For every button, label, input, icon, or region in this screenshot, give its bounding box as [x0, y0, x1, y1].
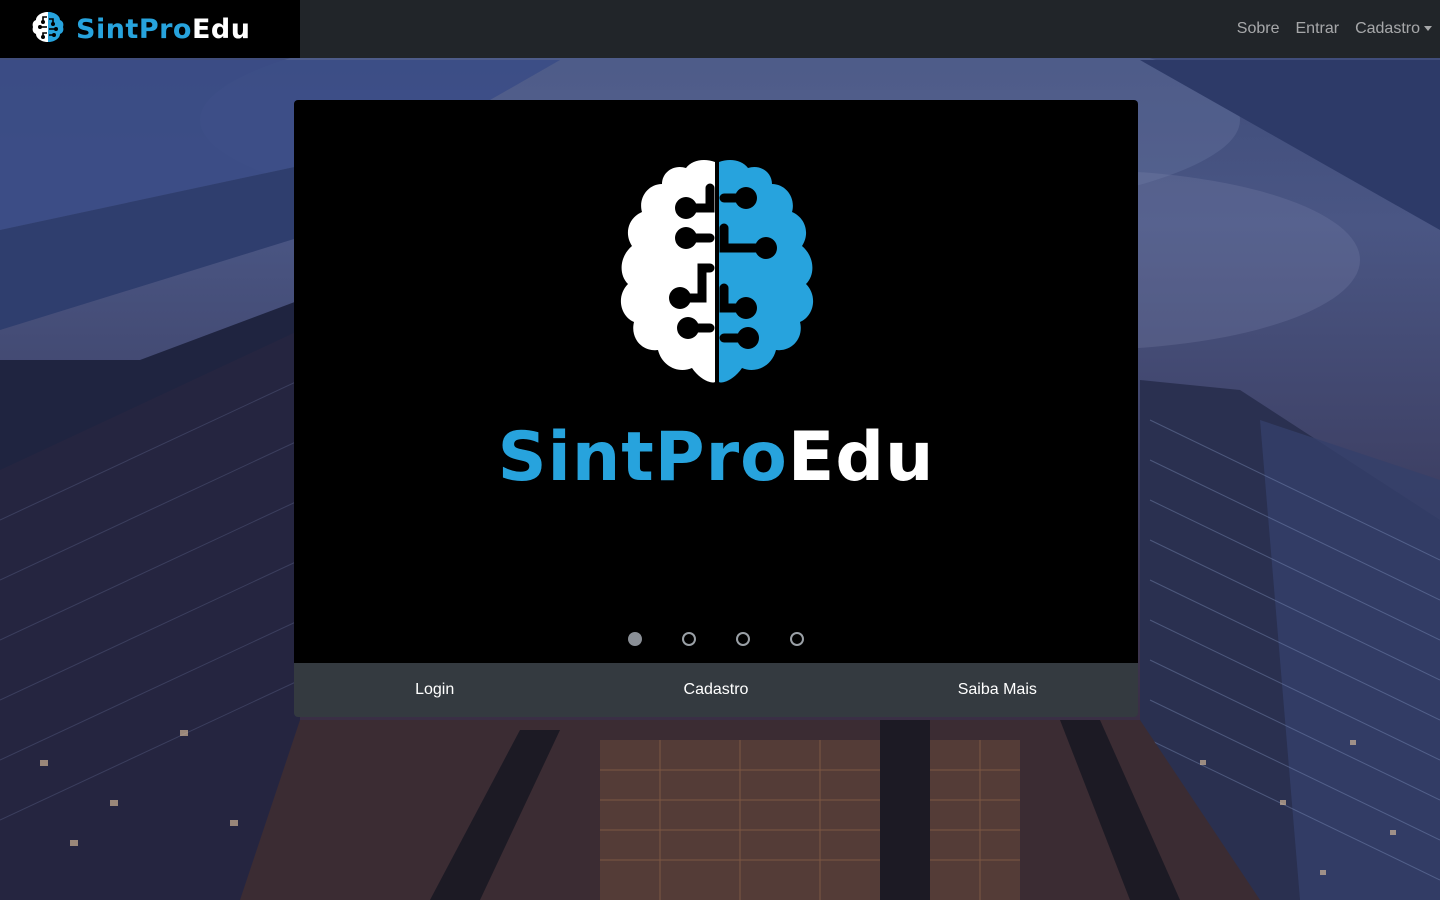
brand-name: SintProEdu — [76, 14, 250, 45]
card-footer: Login Cadastro Saiba Mais — [294, 663, 1138, 717]
login-button[interactable]: Login — [294, 681, 575, 699]
slide-title-part1: SintPro — [497, 418, 788, 497]
carousel-indicator-1[interactable] — [628, 632, 642, 646]
carousel-indicator-2[interactable] — [682, 632, 696, 646]
nav-cadastro-label: Cadastro — [1355, 20, 1420, 37]
slide-brand-title: SintProEdu — [294, 418, 1138, 497]
brain-circuit-icon — [30, 9, 66, 50]
nav-entrar-link[interactable]: Entrar — [1296, 20, 1340, 38]
nav-links: Sobre Entrar Cadastro — [1237, 0, 1432, 58]
carousel-indicator-3[interactable] — [736, 632, 750, 646]
brain-circuit-icon — [612, 158, 822, 391]
carousel-indicator-4[interactable] — [790, 632, 804, 646]
main-card: SintProEdu Login Cadastro Saiba Mais — [294, 100, 1138, 717]
brand-name-part2: Edu — [191, 13, 251, 45]
top-navbar: SintProEdu Sobre Entrar Cadastro — [0, 0, 1440, 58]
cadastro-button[interactable]: Cadastro — [575, 681, 856, 699]
slide-title-part2: Edu — [787, 418, 935, 497]
saiba-mais-button[interactable]: Saiba Mais — [857, 681, 1138, 699]
carousel: SintProEdu — [294, 100, 1138, 663]
caret-down-icon — [1424, 26, 1432, 32]
nav-sobre-link[interactable]: Sobre — [1237, 20, 1280, 38]
brand-logo-link[interactable]: SintProEdu — [0, 0, 300, 58]
carousel-indicators — [294, 632, 1138, 646]
brand-name-part1: SintPro — [76, 13, 192, 45]
nav-cadastro-dropdown[interactable]: Cadastro — [1355, 20, 1432, 38]
